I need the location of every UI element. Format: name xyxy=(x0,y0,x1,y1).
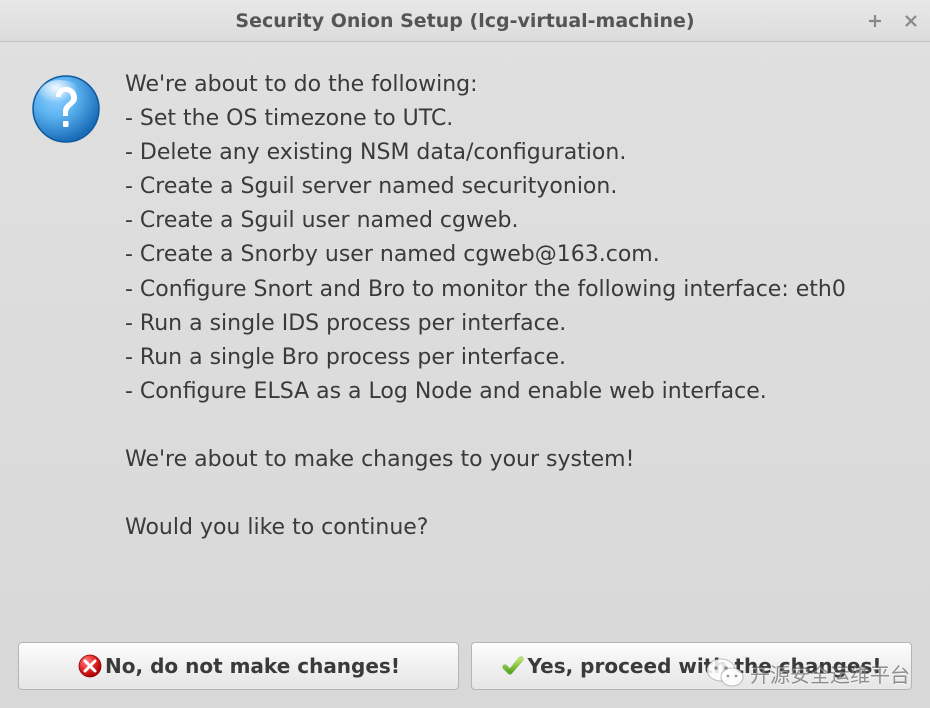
message-item: - Create a Sguil server named securityon… xyxy=(125,170,910,204)
window-controls xyxy=(866,0,920,41)
message-warning: We're about to make changes to your syst… xyxy=(125,443,910,477)
icon-column xyxy=(30,68,125,622)
message-item: - Run a single IDS process per interface… xyxy=(125,307,910,341)
message-item: - Configure Snort and Bro to monitor the… xyxy=(125,273,910,307)
message-item: - Run a single Bro process per interface… xyxy=(125,341,910,375)
titlebar: Security Onion Setup (lcg-virtual-machin… xyxy=(0,0,930,42)
window-title: Security Onion Setup (lcg-virtual-machin… xyxy=(235,10,694,32)
message-prompt: Would you like to continue? xyxy=(125,511,910,545)
message-item: - Create a Sguil user named cgweb. xyxy=(125,204,910,238)
message-intro: We're about to do the following: xyxy=(125,68,910,102)
dialog-window: Security Onion Setup (lcg-virtual-machin… xyxy=(0,0,930,708)
close-icon xyxy=(903,13,919,29)
message-item: - Delete any existing NSM data/configura… xyxy=(125,136,910,170)
maximize-button[interactable] xyxy=(866,12,884,30)
no-button[interactable]: No, do not make changes! xyxy=(18,642,459,690)
yes-button[interactable]: Yes, proceed with the changes! xyxy=(471,642,912,690)
check-icon xyxy=(501,654,525,678)
dialog-content: We're about to do the following: - Set t… xyxy=(0,42,930,642)
question-icon xyxy=(30,73,102,145)
cancel-icon xyxy=(77,653,103,679)
yes-button-label: Yes, proceed with the changes! xyxy=(527,654,881,678)
message-body: We're about to do the following: - Set t… xyxy=(125,68,910,622)
plus-icon xyxy=(867,13,883,29)
message-item: - Set the OS timezone to UTC. xyxy=(125,102,910,136)
message-item: - Create a Snorby user named cgweb@163.c… xyxy=(125,238,910,272)
no-button-label: No, do not make changes! xyxy=(105,654,400,678)
close-button[interactable] xyxy=(902,12,920,30)
button-bar: No, do not make changes! Yes, proceed wi… xyxy=(0,642,930,708)
message-item: - Configure ELSA as a Log Node and enabl… xyxy=(125,375,910,409)
